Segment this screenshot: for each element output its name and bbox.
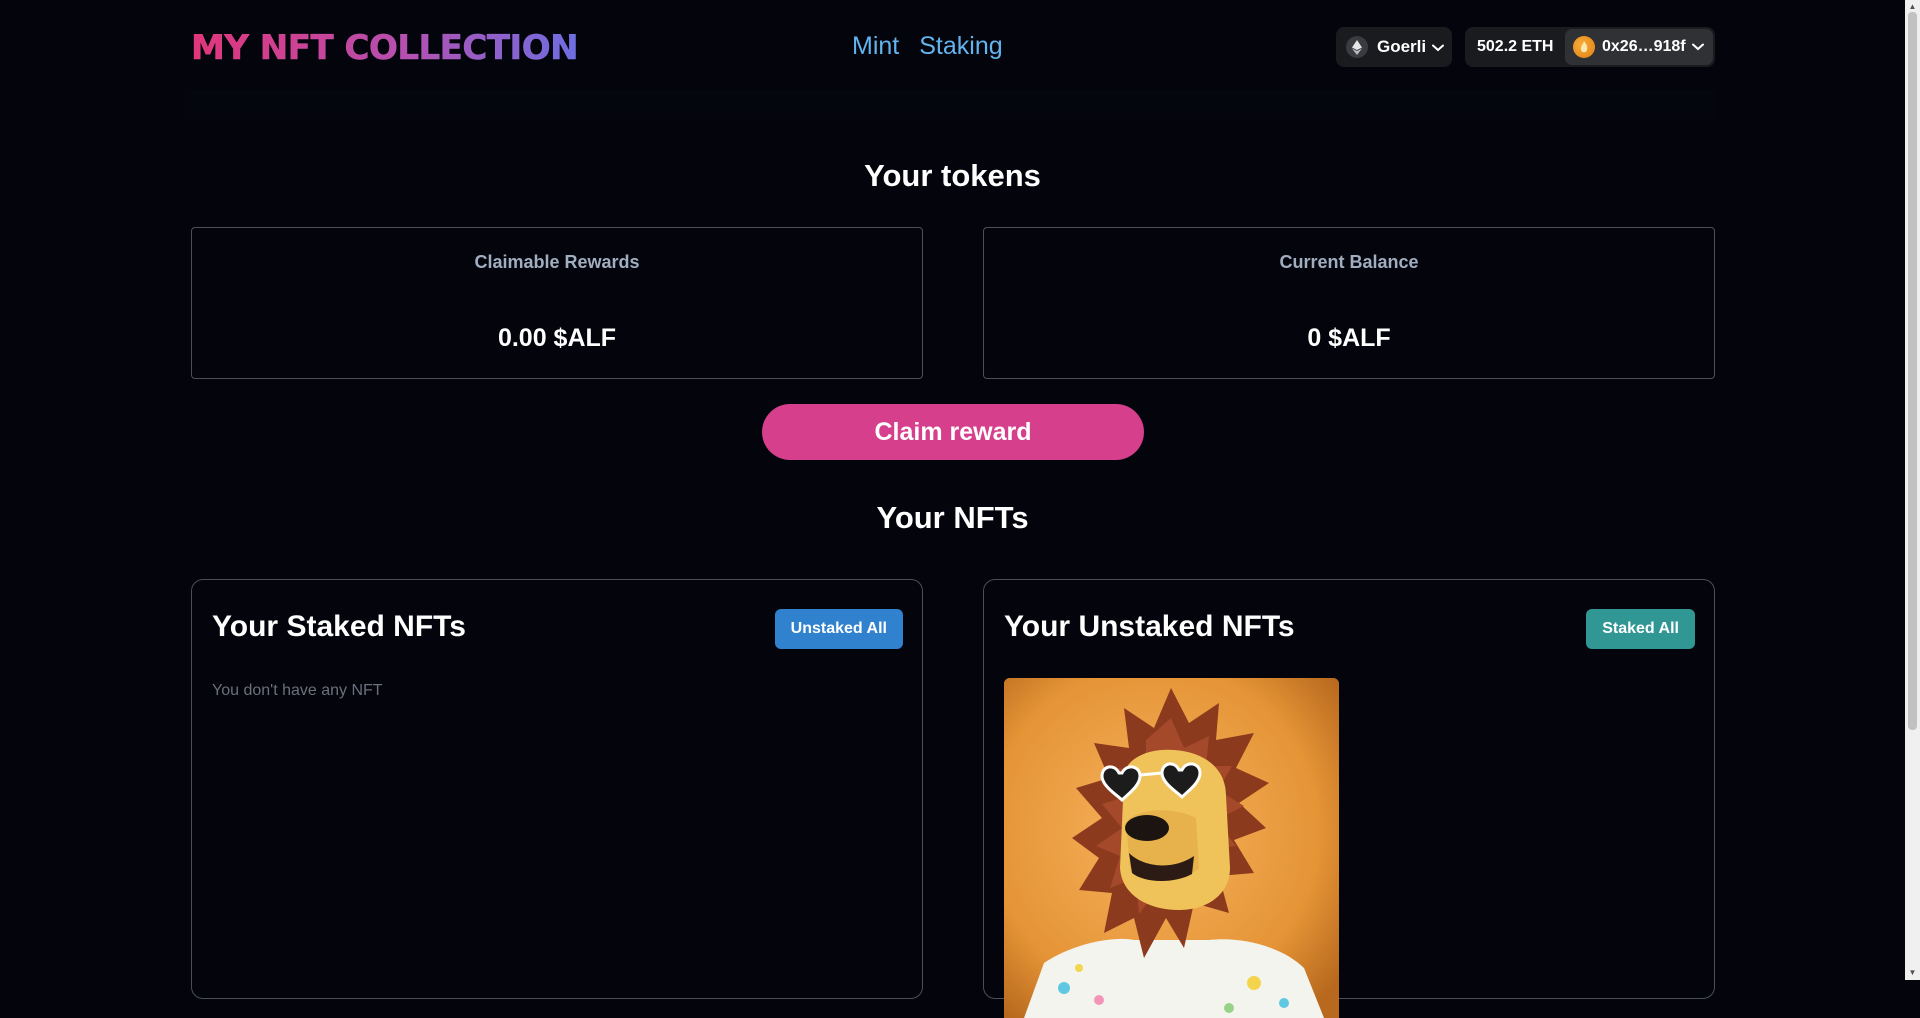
page-scrollbar-thumb[interactable]	[1908, 12, 1917, 730]
unstaked-nfts-title: Your Unstaked NFTs	[1004, 610, 1295, 643]
ethereum-icon	[1346, 36, 1368, 58]
wallet-address-pill[interactable]: 0x26…918f	[1565, 29, 1713, 65]
nfts-title: Your NFTs	[876, 500, 1029, 535]
stake-all-button[interactable]: Staked All	[1586, 609, 1695, 649]
chevron-down-icon	[1691, 38, 1704, 56]
nft-card[interactable]	[1004, 678, 1339, 1018]
unstaked-nfts-panel: Your Unstaked NFTs Staked All	[983, 579, 1715, 1018]
current-balance-label: Current Balance	[1279, 252, 1419, 272]
nav-mint-link[interactable]: Mint	[852, 32, 899, 61]
claimable-rewards-label: Claimable Rewards	[474, 252, 640, 272]
claimable-rewards-value: 0.00 $ALF	[497, 324, 617, 352]
wallet-address: 0x26…918f	[1602, 38, 1686, 55]
staked-nfts-title: Your Staked NFTs	[212, 610, 466, 643]
unstake-all-button[interactable]: Unstaked All	[774, 609, 903, 649]
chevron-down-icon	[1432, 37, 1445, 57]
eth-balance: 502.2 ETH	[1477, 38, 1554, 55]
nav-staking-link[interactable]: Staking	[919, 32, 1002, 61]
account-button[interactable]: 502.2 ETH 0x26…918f	[1465, 27, 1715, 67]
main-nav: Mint Staking	[852, 32, 1003, 61]
site-logo[interactable]: MY NFT COLLECTION	[191, 28, 579, 69]
tokens-title: Your tokens	[864, 158, 1041, 193]
avatar-icon	[1573, 36, 1595, 58]
claimable-rewards-card: Claimable Rewards 0.00 $ALF	[191, 227, 923, 379]
scroll-up-arrow-icon[interactable]: ▲	[1907, 3, 1918, 11]
site-header: MY NFT COLLECTION Mint Staking Goerli 50…	[191, 26, 1715, 68]
empty-staked-message: You don't have any NFT	[212, 682, 383, 699]
lion-nft-icon	[1004, 678, 1339, 1018]
current-balance-card: Current Balance 0 $ALF	[983, 227, 1715, 379]
scroll-down-arrow-icon[interactable]: ▼	[1907, 969, 1918, 977]
current-balance-value: 0 $ALF	[1307, 324, 1391, 352]
network-selector-button[interactable]: Goerli	[1336, 27, 1452, 67]
header-divider	[191, 90, 1715, 126]
claim-reward-button[interactable]: Claim reward	[762, 404, 1144, 460]
staked-nfts-panel: Your Staked NFTs Unstaked All You don't …	[191, 579, 923, 999]
network-name: Goerli	[1377, 37, 1427, 56]
